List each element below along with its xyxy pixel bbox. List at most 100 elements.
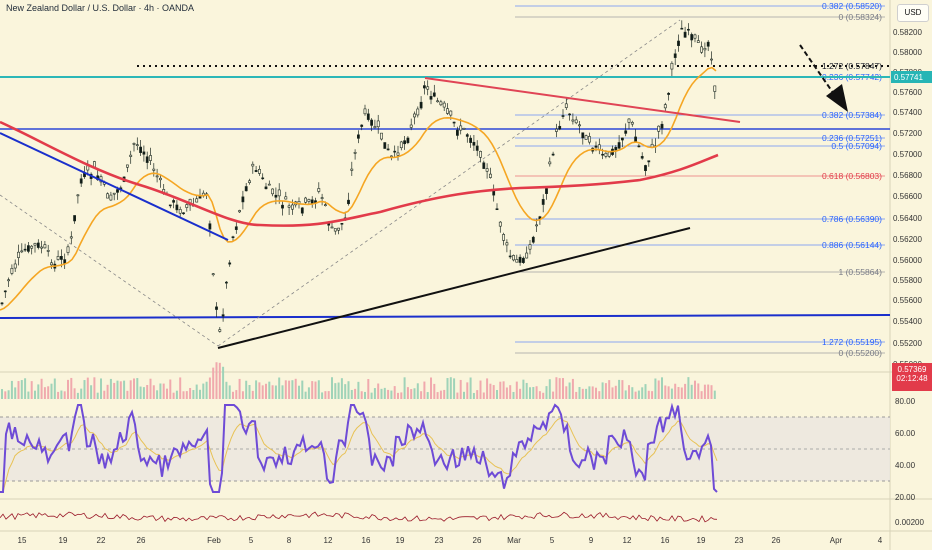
volume-bar	[637, 390, 640, 399]
volume-bar	[545, 386, 548, 399]
volume-bar	[489, 383, 492, 399]
volume-bar	[156, 390, 159, 399]
candle-body	[508, 255, 512, 258]
volume-bar	[317, 380, 320, 399]
price-tick-label: 0.58200	[893, 28, 922, 37]
volume-bar	[657, 380, 660, 399]
price-tick-label: 0.57000	[893, 150, 922, 159]
volume-bar	[578, 387, 581, 399]
volume-bar	[420, 391, 423, 399]
volume-bar	[119, 381, 122, 399]
candle-body	[469, 137, 473, 143]
volume-bar	[453, 378, 456, 399]
volume-bar	[571, 378, 574, 399]
volume-bar	[67, 379, 69, 399]
currency-button[interactable]: USD	[897, 4, 929, 22]
candle-body	[172, 200, 176, 203]
volume-bar	[522, 379, 525, 399]
volume-bar	[555, 377, 558, 399]
candle-body	[713, 85, 717, 92]
candle-body	[257, 169, 261, 174]
volume-bar	[199, 389, 201, 399]
time-axis-label: 5	[550, 536, 555, 545]
price-tick-label: 0.56400	[893, 214, 922, 223]
candle-body	[56, 256, 60, 260]
volume-bar	[601, 382, 604, 399]
candle-body	[287, 205, 291, 208]
volume-bar	[644, 384, 647, 399]
volume-bar	[103, 390, 106, 399]
candle-body	[535, 224, 539, 227]
candle-body	[231, 236, 235, 239]
volume-bar	[634, 391, 637, 399]
volume-bar	[535, 386, 538, 399]
volume-bar	[713, 390, 716, 399]
volume-bar	[433, 383, 436, 399]
volume-bar	[667, 386, 670, 399]
candle-body	[370, 119, 374, 126]
volume-bar	[288, 380, 291, 399]
volume-bar	[670, 388, 673, 399]
candle-body	[465, 134, 469, 137]
candle-body	[564, 103, 568, 108]
volume-bar	[469, 377, 472, 399]
volume-bar	[109, 378, 112, 399]
fib-level-label: 1 (0.55864)	[839, 267, 883, 277]
volume-bar	[63, 391, 66, 399]
candle-body	[109, 194, 113, 201]
volume-bar	[106, 384, 109, 399]
candle-body	[413, 113, 416, 118]
time-axis-label: 5	[249, 536, 254, 545]
volume-bar	[169, 379, 172, 399]
price-chart[interactable]: 0.582000.580000.578000.576000.574000.572…	[0, 0, 932, 550]
candle-body	[347, 199, 350, 205]
price-tick-label: 0.57200	[893, 129, 922, 138]
volume-bar	[238, 378, 241, 399]
price-tick-label: 0.55600	[893, 296, 922, 305]
volume-bar	[400, 392, 403, 399]
volume-bar	[274, 385, 277, 399]
time-axis-label: 26	[772, 536, 781, 545]
volume-bar	[512, 391, 515, 399]
candle-body	[13, 263, 17, 269]
candle-body	[587, 136, 591, 143]
volume-bar	[585, 388, 588, 399]
volume-bar	[129, 380, 132, 399]
candle-body	[677, 40, 680, 46]
volume-bar	[677, 386, 680, 399]
volume-bar	[255, 380, 258, 399]
candle-body	[475, 145, 479, 151]
candle-body	[363, 108, 367, 115]
volume-bar	[575, 391, 578, 399]
volume-bar	[383, 387, 386, 399]
candle-body	[393, 150, 397, 153]
candle-body	[432, 92, 436, 97]
candle-body	[215, 306, 218, 310]
candle-body	[624, 130, 628, 134]
volume-bar	[17, 381, 20, 399]
candle-body	[373, 126, 377, 129]
price-tick-label: 0.56800	[893, 171, 922, 180]
volume-bar	[166, 388, 168, 399]
oscillator-axis-label: 0.00200	[895, 518, 924, 527]
volume-bar	[321, 392, 324, 399]
time-axis-label: 19	[396, 536, 405, 545]
volume-bar	[499, 381, 502, 399]
candle-body	[360, 124, 364, 127]
candle-body	[663, 104, 667, 109]
candle-body	[426, 86, 430, 90]
volume-bar	[509, 385, 512, 399]
volume-bar	[628, 385, 630, 399]
volume-bar	[397, 392, 399, 399]
volume-bar	[515, 381, 518, 399]
candle-body	[277, 189, 281, 197]
volume-bar	[83, 380, 86, 399]
time-axis-label: 8	[287, 536, 292, 545]
volume-bar	[439, 390, 442, 399]
candle-body	[574, 119, 578, 124]
fib-level-label: 0.5 (0.57094)	[831, 141, 882, 151]
volume-bar	[621, 380, 624, 399]
time-axis-label: 15	[18, 536, 27, 545]
volume-bar	[456, 392, 459, 399]
volume-bar	[502, 381, 505, 399]
